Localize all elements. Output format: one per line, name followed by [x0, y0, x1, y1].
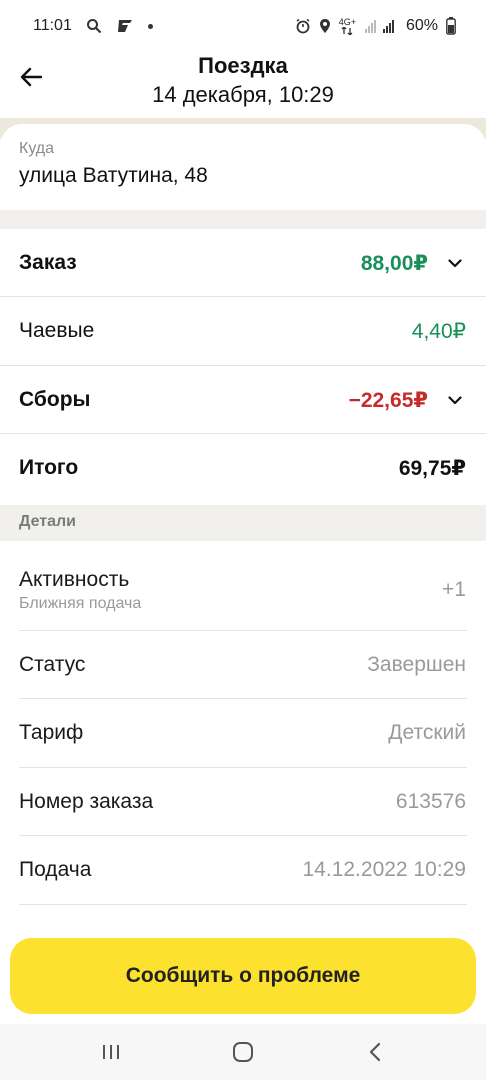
status-bar: 11:01 4G+ 60%	[0, 0, 486, 52]
order-row[interactable]: Заказ 88,00₽	[0, 229, 486, 297]
chevron-down-icon[interactable]	[444, 258, 466, 268]
page-header: Поездка 14 декабря, 10:29	[0, 52, 486, 118]
home-icon	[233, 1042, 253, 1062]
footer: Сообщить о проблеме	[0, 920, 486, 1024]
alarm-icon	[295, 18, 311, 34]
status-label: Статус	[19, 653, 86, 676]
g-app-icon	[116, 18, 134, 34]
system-nav-bar	[0, 1024, 486, 1080]
fees-row[interactable]: Сборы −22,65₽	[0, 366, 486, 434]
section-gap	[0, 210, 486, 229]
chevron-down-icon[interactable]	[444, 395, 466, 405]
search-icon	[86, 18, 102, 34]
battery-percent: 60%	[405, 17, 438, 34]
destination-block: Куда улица Ватутина, 48	[19, 140, 208, 188]
tips-amount: 4,40₽	[411, 319, 466, 343]
tips-row: Чаевые 4,40₽	[0, 297, 486, 365]
status-value: Завершен	[367, 653, 466, 676]
order-number-value: 613576	[395, 790, 466, 813]
trip-details-card: Куда улица Ватутина, 48 Заказ 88,00₽ Чае…	[0, 124, 486, 944]
order-number-row: Номер заказа 613576	[0, 768, 486, 836]
activity-label: Активность	[19, 567, 130, 591]
home-button[interactable]	[223, 1032, 263, 1072]
order-number-label: Номер заказа	[19, 790, 154, 813]
fees-amount: −22,65₽	[348, 388, 428, 412]
destination-label: Куда	[19, 140, 55, 157]
network-icon: 4G+	[338, 16, 356, 35]
network-type-label: 4G+	[338, 16, 356, 27]
pickup-value: 14.12.2022 10:29	[302, 858, 467, 881]
notification-dot	[147, 23, 153, 29]
total-row: Итого 69,75₽	[0, 434, 486, 502]
pickup-row: Подача 14.12.2022 10:29	[0, 836, 486, 904]
status-time: 11:01	[33, 17, 72, 34]
recent-apps-icon	[103, 1045, 119, 1059]
back-icon	[369, 1042, 381, 1062]
order-label: Заказ	[19, 251, 77, 274]
status-row: Статус Завершен	[0, 631, 486, 699]
pickup-label: Подача	[19, 858, 92, 881]
tariff-row: Тариф Детский	[0, 699, 486, 767]
location-icon	[319, 18, 331, 34]
total-label: Итого	[19, 456, 79, 479]
activity-sublabel: Ближняя подача	[19, 594, 142, 612]
tariff-label: Тариф	[19, 721, 84, 744]
activity-value: +1	[442, 578, 466, 601]
activity-row: Активность Ближняя подача +1	[0, 550, 486, 630]
tips-label: Чаевые	[19, 319, 95, 342]
total-amount: 69,75₽	[398, 456, 466, 480]
page-title: Поездка	[198, 53, 288, 78]
signal-icon	[364, 18, 398, 34]
page-subtitle: 14 декабря, 10:29	[152, 82, 334, 107]
tariff-value: Детский	[388, 721, 466, 744]
destination-address: улица Ватутина, 48	[19, 164, 208, 187]
details-section-header: Детали	[0, 505, 486, 541]
recent-apps-button[interactable]	[91, 1032, 131, 1072]
fees-label: Сборы	[19, 388, 91, 411]
report-problem-button[interactable]: Сообщить о проблеме	[10, 938, 476, 1014]
system-back-button[interactable]	[355, 1032, 395, 1072]
divider	[19, 904, 467, 905]
battery-icon	[446, 17, 456, 35]
order-amount: 88,00₽	[360, 251, 428, 275]
